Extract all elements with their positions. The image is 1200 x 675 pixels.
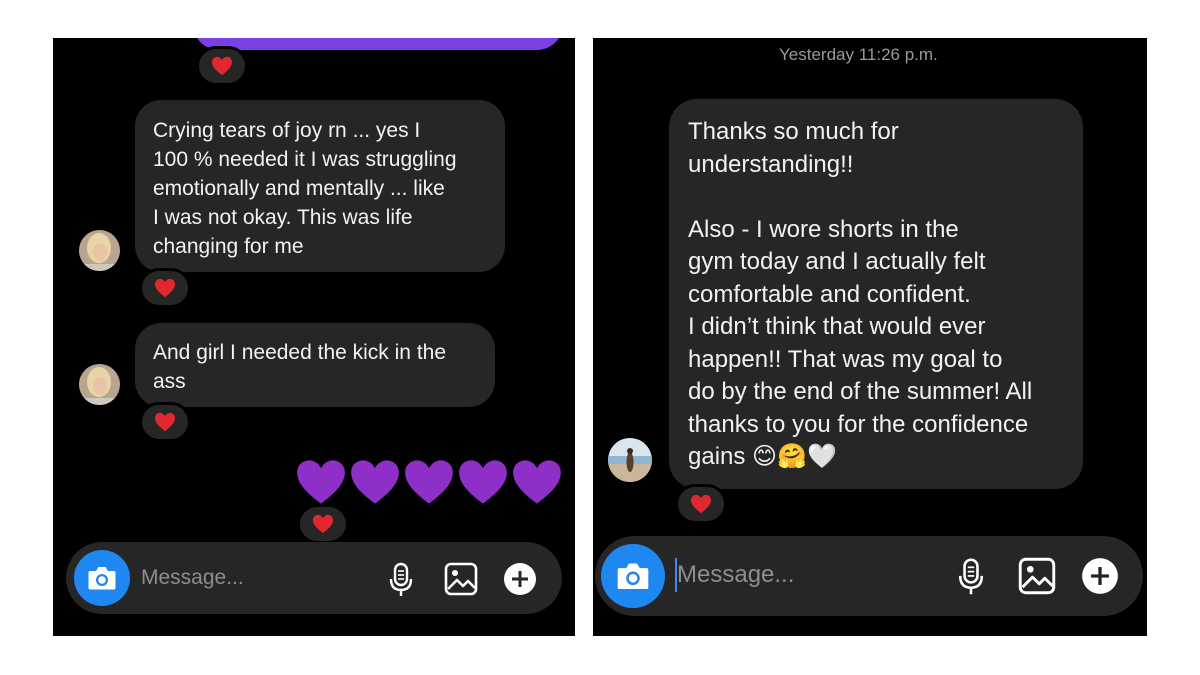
purple-heart-icon: [405, 460, 453, 504]
gallery-icon[interactable]: [1018, 557, 1056, 595]
received-message-bubble[interactable]: And girl I needed the kick in the ass: [135, 323, 495, 407]
purple-heart-icon: [459, 460, 507, 504]
heart-icon: [155, 412, 175, 432]
heart-icon: [155, 278, 175, 298]
message-input[interactable]: Message...: [677, 561, 794, 589]
heart-reaction[interactable]: [139, 268, 191, 308]
message-text: Thanks so much for understanding!! Also …: [688, 118, 1033, 470]
heart-icon: [212, 56, 232, 76]
message-text: And girl I needed the kick in the ass: [153, 341, 447, 393]
received-message-bubble[interactable]: Crying tears of joy rn ... yes I 100 % n…: [135, 100, 505, 272]
camera-icon: [617, 563, 649, 590]
message-input[interactable]: Message...: [141, 566, 244, 590]
message-composer: Message...: [595, 536, 1143, 616]
camera-icon: [88, 567, 116, 590]
heart-reaction[interactable]: [675, 484, 727, 524]
gallery-icon[interactable]: [444, 562, 478, 596]
sent-emoji-message[interactable]: [295, 458, 565, 508]
message-text: Crying tears of joy rn ... yes I 100 % n…: [153, 119, 457, 258]
message-composer: Message...: [66, 542, 562, 614]
timestamp: Yesterday 11:26 p.m.: [779, 45, 938, 64]
right-chat-screenshot: Yesterday 11:26 p.m. Thanks so much for …: [593, 38, 1147, 636]
purple-heart-icon: [351, 460, 399, 504]
left-chat-screenshot: Crying tears of joy rn ... yes I 100 % n…: [53, 38, 575, 636]
microphone-icon[interactable]: [957, 557, 985, 597]
purple-heart-icon: [513, 460, 561, 504]
sent-message-bubble: [193, 38, 563, 50]
contact-avatar[interactable]: [79, 230, 120, 271]
heart-reaction[interactable]: [139, 402, 191, 442]
contact-avatar[interactable]: [79, 364, 120, 405]
heart-reaction[interactable]: [196, 46, 248, 86]
plus-icon[interactable]: [503, 562, 537, 596]
contact-avatar[interactable]: [608, 438, 652, 482]
received-message-bubble[interactable]: Thanks so much for understanding!! Also …: [669, 99, 1083, 489]
purple-heart-icon: [297, 460, 345, 504]
plus-icon[interactable]: [1081, 557, 1119, 595]
heart-icon: [313, 514, 333, 534]
heart-icon: [691, 494, 711, 514]
camera-button[interactable]: [74, 550, 130, 606]
microphone-icon[interactable]: [388, 562, 414, 598]
camera-button[interactable]: [601, 544, 665, 608]
heart-reaction[interactable]: [297, 504, 349, 544]
